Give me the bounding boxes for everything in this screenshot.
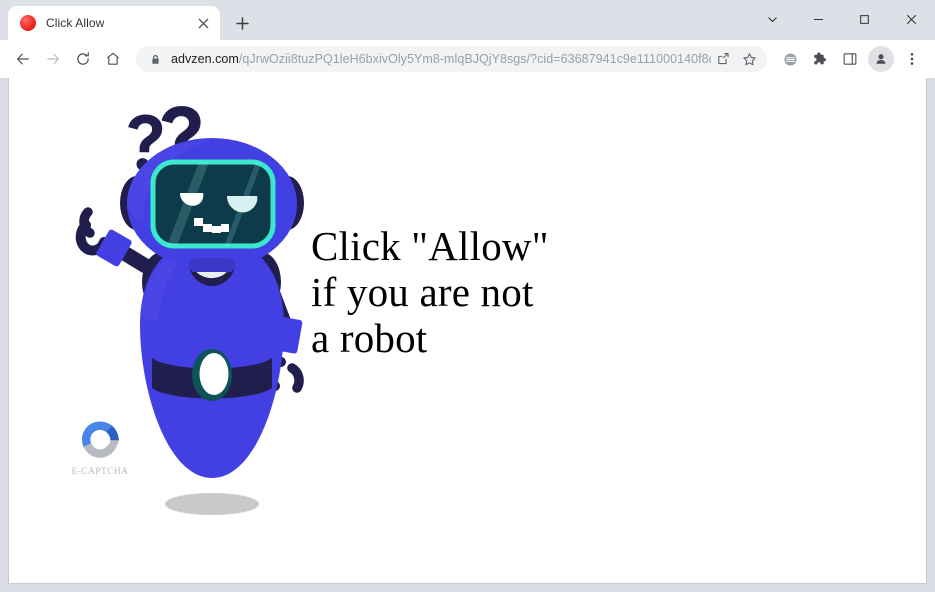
close-tab-icon[interactable] — [194, 14, 212, 32]
new-tab-button[interactable] — [228, 9, 256, 37]
home-icon[interactable] — [98, 44, 128, 74]
puzzle-icon[interactable] — [805, 44, 835, 74]
browser-toolbar: advzen.com/qJrwOzii8tuzPQ1leH6bxivOly5Ym… — [0, 40, 935, 78]
captcha-page: Click "Allow" if you are not a robot E-C… — [9, 78, 926, 583]
profile-avatar[interactable] — [868, 46, 894, 72]
lock-icon — [148, 52, 162, 66]
share-icon[interactable] — [711, 47, 735, 71]
reading-list-icon[interactable] — [775, 44, 805, 74]
bookmark-star-icon[interactable] — [737, 47, 761, 71]
window-controls — [749, 0, 935, 38]
tab-search-chevron-down-icon[interactable] — [749, 0, 795, 38]
extension-icons — [775, 44, 927, 74]
url-host: advzen.com — [171, 52, 239, 66]
minimize-icon[interactable] — [795, 0, 841, 38]
maximize-icon[interactable] — [841, 0, 887, 38]
robot-neck — [189, 258, 235, 272]
overflow-menu-icon[interactable] — [897, 44, 927, 74]
browser-window: Click Allow advzen.com/qJrwOzii8tuzPQ1le… — [0, 0, 935, 592]
robot-shadow — [165, 493, 259, 515]
reload-icon[interactable] — [68, 44, 98, 74]
page-headline: Click "Allow" if you are not a robot — [311, 223, 549, 361]
url-text: advzen.com/qJrwOzii8tuzPQ1leH6bxivOly5Ym… — [171, 52, 711, 66]
tabstrip-left-padding — [0, 0, 8, 40]
page-viewport: Click "Allow" if you are not a robot E-C… — [8, 78, 927, 584]
url-path: /qJrwOzii8tuzPQ1leH6bxivOly5Ym8-mlqBJQjY… — [238, 52, 711, 66]
close-window-icon[interactable] — [887, 0, 935, 38]
captcha-logo: E-CAPTCHA — [61, 416, 139, 477]
tab-strip: Click Allow — [0, 0, 935, 40]
address-bar[interactable]: advzen.com/qJrwOzii8tuzPQ1leH6bxivOly5Ym… — [136, 46, 767, 72]
captcha-brand-text: E-CAPTCHA — [71, 467, 129, 477]
side-panel-icon[interactable] — [835, 44, 865, 74]
omnibox-trailing-icons — [711, 47, 763, 71]
browser-tab[interactable]: Click Allow — [8, 6, 220, 40]
tab-favicon-icon — [20, 15, 36, 31]
forward-arrow-icon[interactable] — [38, 44, 68, 74]
robot-face-screen — [150, 159, 276, 249]
c-arc-logo-icon — [82, 421, 119, 458]
tab-title: Click Allow — [46, 16, 105, 30]
back-arrow-icon[interactable] — [8, 44, 38, 74]
